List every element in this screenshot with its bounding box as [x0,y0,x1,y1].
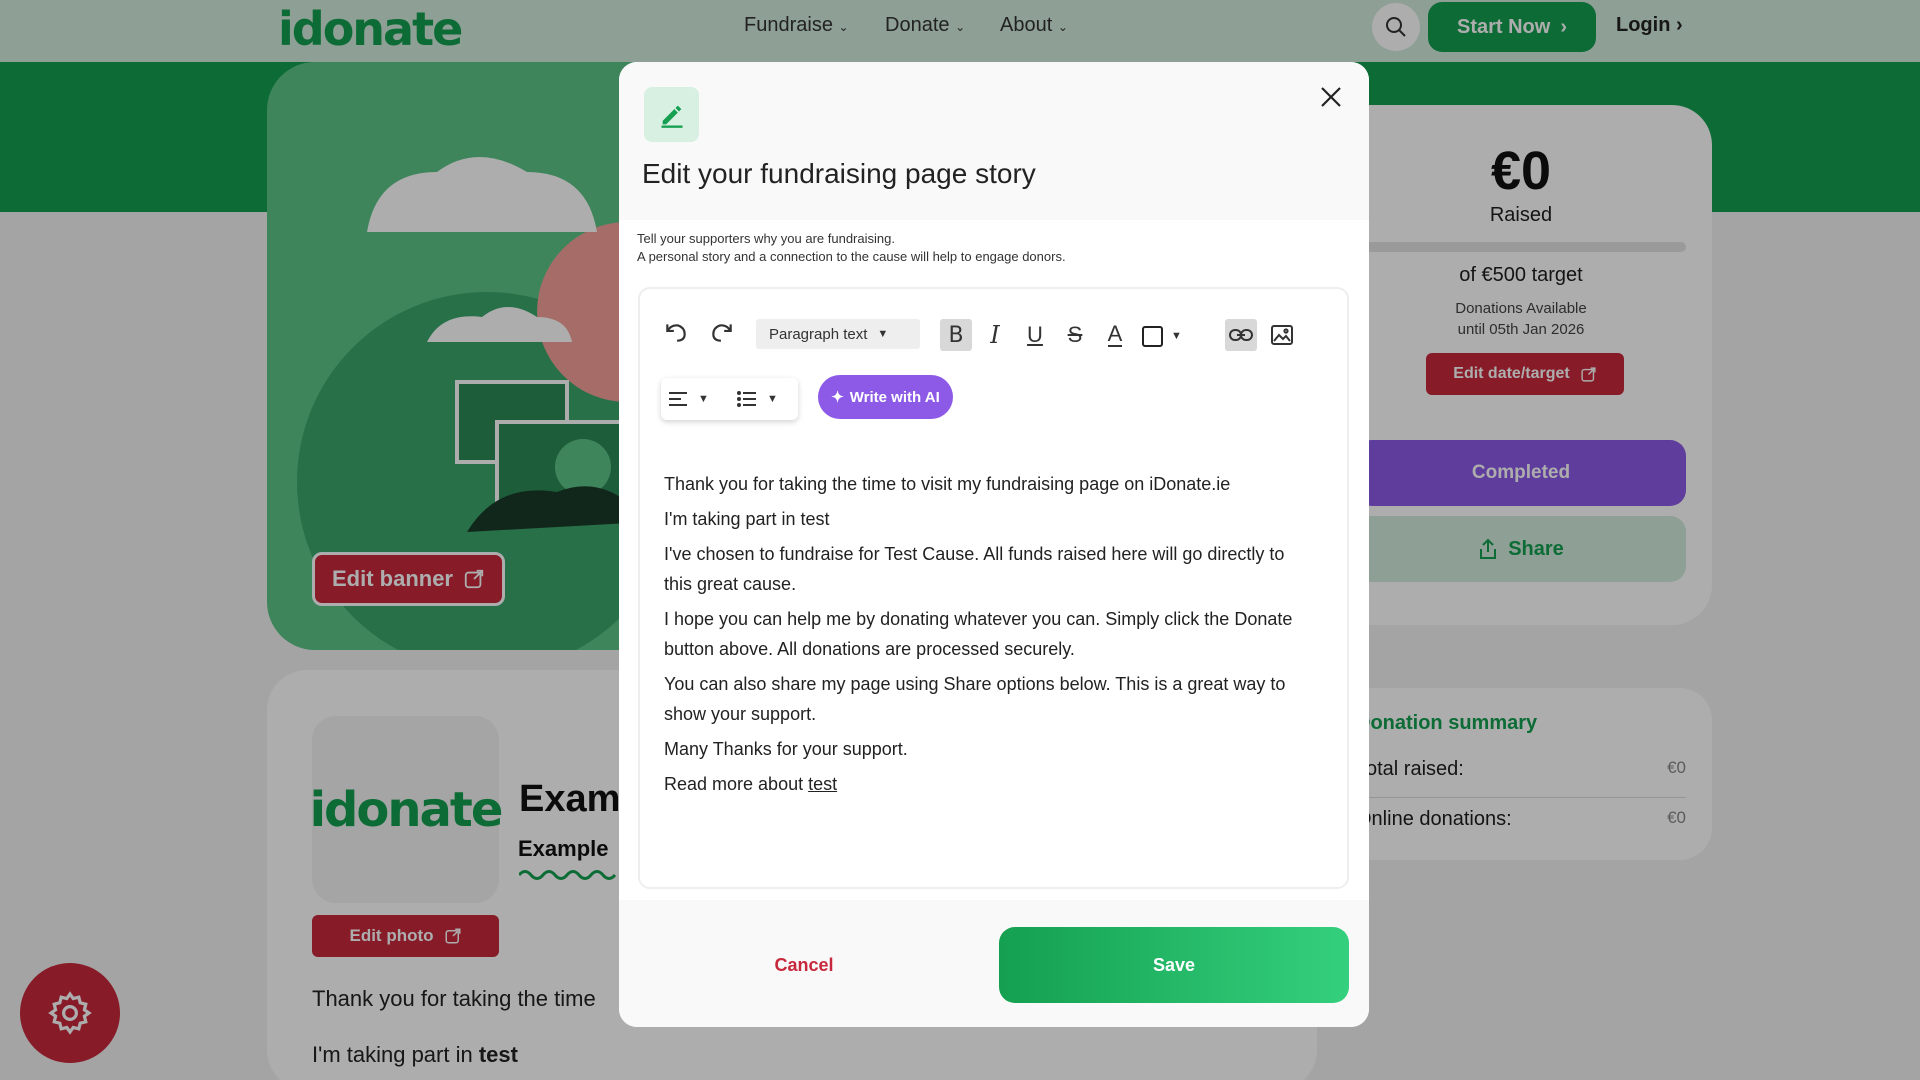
save-label: Save [1152,954,1196,975]
story-paragraph: Many Thanks for your support. [664,739,908,759]
caret-down-icon: ▼ [1171,330,1182,342]
cancel-label: Cancel [774,954,834,975]
caret-down-icon: ▼ [767,393,778,405]
read-more-prefix: Read more about [664,774,809,794]
strikethrough-button[interactable]: S [1059,319,1091,351]
read-more-link[interactable]: test [808,774,837,794]
underline-button[interactable]: U [1019,319,1051,351]
strikethrough-icon: S [1067,322,1083,347]
modal-header [619,62,1369,220]
modal-pencil-badge [644,87,699,142]
modal-description-1: Tell your supporters why you are fundrai… [637,231,895,246]
background-color-button[interactable]: ▼ [1142,324,1192,348]
paragraph-style-select[interactable]: Paragraph text ▼ [756,319,920,349]
align-left-icon [669,392,687,406]
pencil-icon [661,105,682,128]
italic-button[interactable]: I [979,319,1011,351]
text-color-icon: A [1107,321,1123,347]
align-select[interactable]: ▼ [668,386,724,412]
bold-button[interactable]: B [940,319,972,351]
text-color-button[interactable]: A [1099,319,1131,351]
edit-story-modal: Edit your fundraising page story Tell yo… [619,62,1369,1027]
story-paragraph: I'm taking part in test [664,509,830,529]
modal-description-2: A personal story and a connection to the… [637,249,1066,264]
redo-icon[interactable] [709,319,735,345]
save-button[interactable]: Save [999,927,1349,1003]
caret-down-icon: ▼ [877,328,889,340]
list-select[interactable]: ▼ [737,386,793,412]
italic-icon: I [990,321,1000,349]
image-button[interactable] [1266,319,1298,351]
caret-down-icon: ▼ [698,393,709,405]
link-icon [1229,329,1253,341]
image-icon [1271,325,1293,345]
story-paragraph: Thank you for taking the time to visit m… [664,474,1231,494]
story-content[interactable]: Thank you for taking the time to visit m… [664,469,1304,804]
bullet-list-icon [737,391,756,407]
close-icon[interactable] [1320,86,1342,108]
square-icon [1142,325,1163,347]
underline-icon: U [1027,322,1043,347]
story-paragraph: You can also share my page using Share o… [664,674,1286,724]
cancel-button[interactable]: Cancel [694,927,914,1003]
bold-icon: B [948,322,964,348]
story-read-more: Read more about test [664,769,1304,799]
modal-title: Edit your fundraising page story [642,158,1036,189]
write-with-ai-button[interactable]: ✦ Write with AI [818,375,953,419]
story-paragraph: I've chosen to fundraise for Test Cause.… [664,544,1285,594]
sparkle-icon: ✦ [831,389,844,406]
story-paragraph: I hope you can help me by donating whate… [664,609,1293,659]
undo-icon[interactable] [663,319,689,345]
link-button[interactable] [1225,319,1257,351]
write-with-ai-label: Write with AI [849,388,940,406]
paragraph-style-value: Paragraph text [769,325,868,343]
